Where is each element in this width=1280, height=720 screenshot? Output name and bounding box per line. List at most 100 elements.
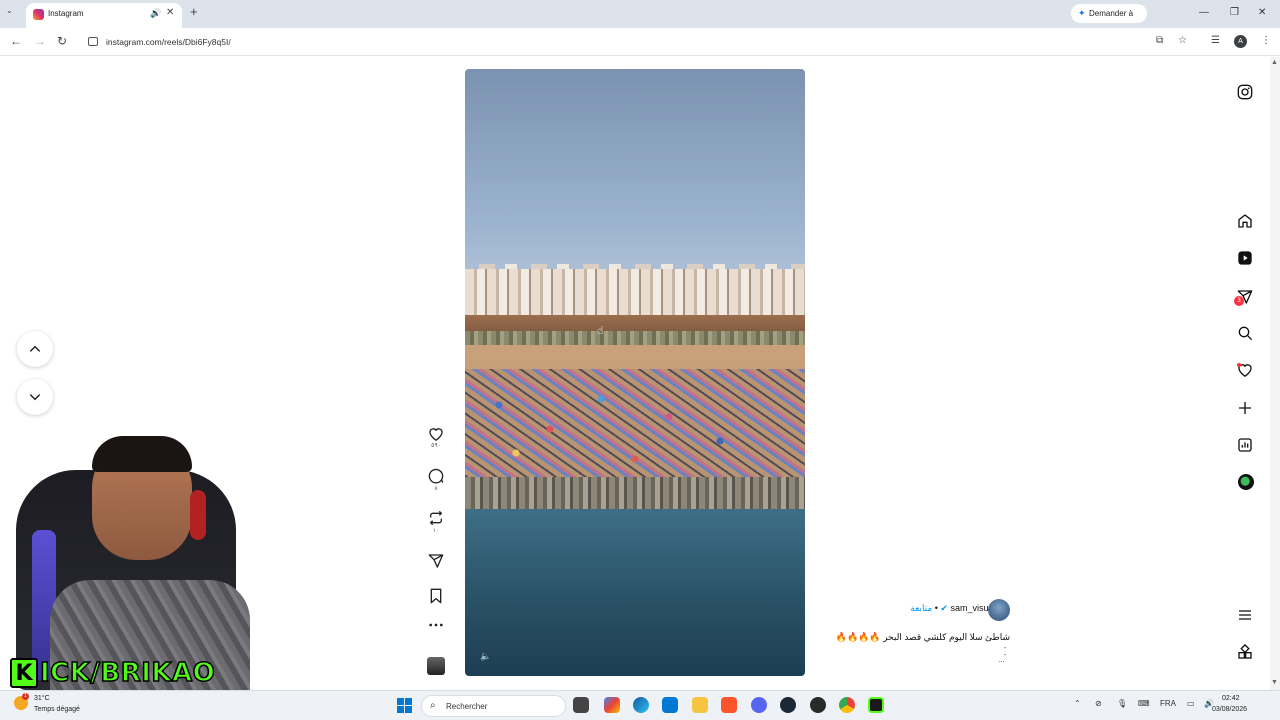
copilot-icon[interactable] — [604, 697, 620, 713]
windows-start-icon[interactable] — [397, 698, 412, 713]
chevron-down-icon — [29, 394, 41, 401]
windows-taskbar: 1 31°C Temps dégagé ⌕ Rechercher ⌃ ⊘ 🎙 ⌨… — [0, 690, 1280, 720]
comment-button[interactable]: ٨ — [428, 468, 444, 492]
obs-icon[interactable] — [810, 697, 826, 713]
taskbar-date[interactable]: 03/08/2026 — [1212, 706, 1247, 713]
home-icon — [1238, 214, 1252, 228]
weather-description[interactable]: Temps dégagé — [34, 706, 80, 713]
tray-mic-icon[interactable]: 🎙 — [1117, 699, 1127, 708]
nav-also-from-meta[interactable] — [1237, 644, 1255, 662]
mute-toggle-icon[interactable]: 🔈 — [480, 651, 491, 662]
nav-search[interactable] — [1237, 325, 1255, 343]
kick-app-icon[interactable] — [868, 697, 884, 713]
file-explorer-icon[interactable] — [692, 697, 708, 713]
instagram-logo-button[interactable] — [1237, 84, 1255, 102]
more-options-button[interactable] — [428, 622, 444, 628]
gemini-button[interactable]: ✦ Demander à Gemini — [1071, 4, 1147, 37]
forward-icon[interactable]: → — [34, 34, 46, 48]
author-avatar[interactable] — [988, 599, 1010, 621]
chevron-up-icon — [29, 345, 41, 352]
new-tab-button[interactable]: + — [190, 5, 198, 19]
caption-more-link[interactable]: ... — [998, 655, 1005, 664]
reels-icon — [1238, 251, 1252, 265]
like-count: ٥٩٠ — [431, 443, 441, 449]
tray-overflow-icon[interactable]: ⌃ — [1074, 699, 1081, 708]
previous-reel-button[interactable] — [17, 331, 53, 367]
tab-list-chevron-icon[interactable]: ⌄ — [6, 6, 13, 15]
chrome-icon[interactable] — [839, 697, 855, 713]
window-close-icon[interactable]: ✕ — [1258, 7, 1266, 18]
nav-more-menu[interactable] — [1237, 607, 1255, 625]
install-app-icon[interactable]: ⧉ — [1156, 35, 1163, 46]
video-sea — [465, 509, 805, 676]
scroll-down-arrow-icon[interactable]: ▼ — [1271, 679, 1278, 686]
taskbar-time[interactable]: 02:42 — [1222, 695, 1240, 702]
site-info-icon[interactable] — [88, 37, 98, 46]
more-dots-icon — [429, 623, 443, 627]
url-text[interactable]: instagram.com/reels/Dbi6Fy8q5I/ — [106, 37, 231, 47]
tab-audio-icon[interactable]: 🔊 — [150, 8, 161, 19]
follow-button[interactable]: متابعة — [910, 603, 932, 613]
nav-home[interactable] — [1237, 213, 1255, 231]
browser-toolbar: ← → ↻ instagram.com/reels/Dbi6Fy8q5I/ ⧉ … — [0, 28, 1280, 56]
comment-icon — [428, 468, 444, 484]
tray-display-icon[interactable]: ▭ — [1187, 699, 1195, 708]
search-placeholder: Rechercher — [446, 702, 488, 711]
task-view-icon[interactable] — [573, 697, 589, 713]
nav-create[interactable] — [1237, 400, 1255, 418]
verified-badge-icon: ✔ — [940, 603, 948, 613]
save-button[interactable] — [428, 588, 444, 604]
instagram-favicon-icon — [33, 9, 44, 20]
share-paper-plane-icon — [428, 554, 444, 568]
browser-tab-bar: ⌄ Instagram 🔊 ✕ + ✦ Demander à Gemini — … — [0, 0, 1280, 37]
nav-profile-avatar[interactable] — [1238, 474, 1254, 490]
caption-separator: • — [934, 603, 938, 613]
video-sky — [465, 69, 805, 294]
like-button[interactable]: ٥٩٠ — [428, 426, 444, 449]
headset — [190, 490, 206, 540]
reel-audio-avatar[interactable] — [427, 657, 445, 675]
brave-icon[interactable] — [721, 697, 737, 713]
caption-text: شاطئ سلا اليوم كلشي قصد البحر 🔥🔥🔥🔥 — [835, 632, 1010, 642]
reading-list-icon[interactable]: ☰ — [1211, 35, 1220, 46]
store-icon[interactable] — [662, 697, 678, 713]
kick-channel-text: ICK/BRIKAO — [39, 657, 216, 689]
weather-temperature[interactable]: 31°C — [34, 695, 50, 702]
edge-icon[interactable] — [633, 697, 649, 713]
tray-language[interactable]: FRA — [1160, 699, 1176, 708]
steam-icon[interactable] — [780, 697, 796, 713]
address-bar[interactable]: instagram.com/reels/Dbi6Fy8q5I/ — [80, 32, 1196, 52]
browser-menu-icon[interactable]: ⋮ — [1261, 35, 1271, 46]
video-beach-crowd — [465, 369, 805, 489]
restore-icon[interactable]: ❐ — [1230, 7, 1239, 18]
tab-close-icon[interactable]: ✕ — [166, 7, 174, 18]
repost-button[interactable]: ١٠ — [428, 510, 444, 534]
profile-avatar[interactable]: A — [1234, 35, 1247, 48]
tray-network-icon[interactable]: ⊘ — [1095, 699, 1102, 708]
minimize-icon[interactable]: — — [1199, 7, 1209, 18]
tray-keyboard-icon[interactable]: ⌨ — [1138, 699, 1150, 708]
taskbar-search[interactable]: ⌕ Rechercher — [421, 695, 566, 717]
scroll-up-arrow-icon[interactable]: ▲ — [1271, 59, 1278, 66]
search-icon: ⌕ — [430, 700, 436, 711]
nav-dashboard[interactable] — [1237, 437, 1255, 455]
back-icon[interactable]: ← — [10, 34, 22, 48]
repost-icon — [429, 510, 443, 526]
bookmark-star-icon[interactable]: ☆ — [1178, 35, 1187, 46]
reel-video[interactable]: ☝ 🔈 — [465, 69, 805, 676]
next-reel-button[interactable] — [17, 379, 53, 415]
caption-line-dash: - — [1004, 645, 1007, 652]
dashboard-icon — [1238, 438, 1252, 452]
instagram-icon — [1237, 84, 1253, 100]
discord-icon[interactable] — [751, 697, 767, 713]
reload-icon[interactable]: ↻ — [57, 34, 67, 48]
streamer-hair — [92, 436, 192, 472]
share-button[interactable] — [428, 553, 444, 569]
page-scrollbar[interactable]: ▲ ▼ — [1270, 57, 1280, 690]
tab-title: Instagram — [48, 9, 84, 18]
mouse-cursor-icon: ☝ — [597, 325, 604, 337]
menu-icon — [1239, 610, 1251, 620]
nav-reels[interactable] — [1237, 250, 1255, 268]
browser-tab-instagram[interactable]: Instagram 🔊 ✕ — [26, 3, 182, 28]
bookmark-icon — [430, 588, 442, 604]
